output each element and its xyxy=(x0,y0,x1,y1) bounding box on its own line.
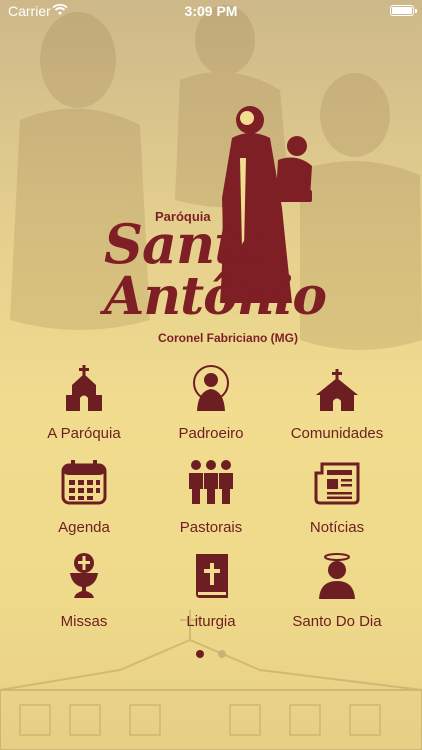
calendar-icon xyxy=(61,460,107,505)
parish-logo: Paróquia Santo Antônio Coronel Fabrician… xyxy=(0,0,422,360)
menu-item-label: Agenda xyxy=(58,519,110,536)
church-facade-image xyxy=(0,610,422,750)
menu-item-label: Notícias xyxy=(309,519,365,536)
menu-item-agenda[interactable]: Agenda xyxy=(14,459,154,547)
menu-item-label: Padroeiro xyxy=(178,425,244,442)
menu-item-padroeiro[interactable]: Padroeiro xyxy=(141,365,281,453)
saint-halo-icon xyxy=(319,553,355,599)
menu-item-label: Comunidades xyxy=(290,425,384,442)
menu-item-comunidades[interactable]: Comunidades xyxy=(267,365,407,453)
church-icon xyxy=(316,369,358,411)
menu-item-a-paroquia[interactable]: A Paróquia xyxy=(14,365,154,453)
logo-line-antonio: Antônio xyxy=(104,266,327,327)
menu-item-noticias[interactable]: Notícias xyxy=(267,459,407,547)
menu-item-label: Pastorais xyxy=(179,519,243,536)
page-indicator[interactable] xyxy=(0,645,422,663)
menu-item-label: A Paróquia xyxy=(47,425,121,442)
page-dot-2[interactable] xyxy=(218,650,227,658)
group-icon xyxy=(189,460,233,504)
chalice-icon xyxy=(70,553,98,598)
page-dot-1[interactable] xyxy=(195,650,204,658)
chapel-icon xyxy=(66,365,102,411)
patron-saint-icon xyxy=(193,365,229,411)
newspaper-icon xyxy=(314,462,360,505)
logo-line-cidade: Coronel Fabriciano (MG) xyxy=(158,331,299,345)
bible-icon xyxy=(196,554,228,598)
menu-item-pastorais[interactable]: Pastorais xyxy=(141,459,281,547)
